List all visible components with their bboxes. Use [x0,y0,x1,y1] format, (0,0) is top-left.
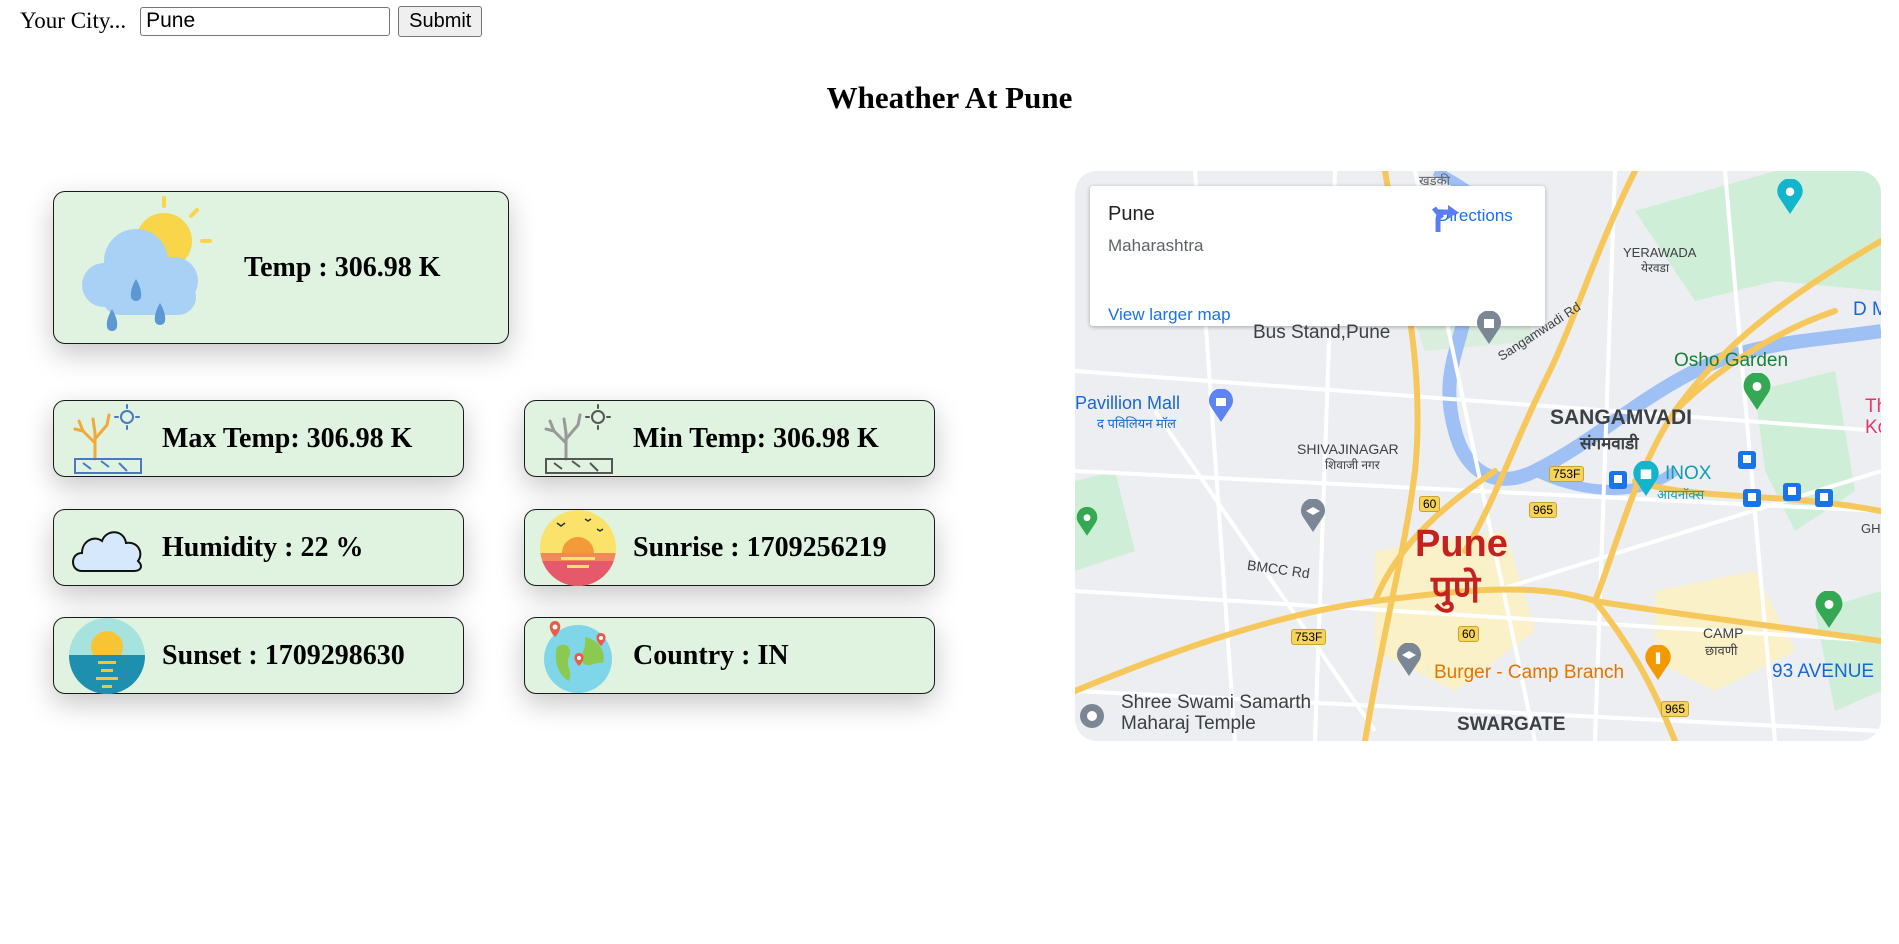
humidity-value: Humidity : 22 % [162,531,364,563]
transit-icon[interactable] [1743,489,1761,507]
road-shield-60: 60 [1458,626,1480,642]
min-temp-card: Min Temp: 306.98 K [524,400,935,477]
school-pin-icon[interactable] [1299,499,1327,533]
map-label-camp-mr: छावणी [1705,643,1738,658]
map-label-d-m: D M [1853,299,1881,320]
road-shield-965: 965 [1661,701,1690,717]
country-value: Country : IN [633,639,789,671]
transit-icon[interactable] [1738,451,1756,469]
map-label-osho-garden: Osho Garden [1674,350,1789,371]
globe-pin-icon [539,617,617,695]
humidity-card: Humidity : 22 % [53,509,464,586]
temple-pin-icon[interactable] [1079,703,1105,729]
transit-icon[interactable] [1609,471,1627,489]
map-place-region: Maharashtra [1108,236,1204,255]
road-shield-60: 60 [1419,496,1441,512]
max-temp-card: Max Temp: 306.98 K [53,400,464,477]
road-shield-753f: 753F [1549,466,1585,482]
map-label-pavillion-mall: Pavillion Mall [1075,393,1181,413]
temp-value: Temp : 306.98 K [244,251,441,283]
map-city-label: Pune [1415,523,1508,565]
sunrise-card: Sunrise : 1709256219 [524,509,935,586]
school-pin-icon[interactable] [1395,643,1423,677]
city-search-form: Your City... Submit [20,4,483,38]
transit-icon[interactable] [1815,489,1833,507]
map-label-gh: GH [1861,521,1881,536]
map-label-burger-camp: Burger - Camp Branch [1434,662,1625,683]
cinema-pin-icon[interactable] [1631,461,1661,497]
submit-button[interactable]: Submit [398,5,483,37]
city-input[interactable] [140,6,391,36]
view-larger-map-link[interactable]: View larger map [1108,305,1231,325]
map-label-bus-stand: Bus Stand,Pune [1253,322,1391,343]
transit-icon[interactable] [1783,483,1801,501]
map-label-yerawada-mr: येरवडा [1641,261,1670,275]
min-temp-value: Min Temp: 306.98 K [633,422,879,454]
map-place-card: Pune Maharashtra Directions View larger … [1090,186,1545,326]
map-label-sangamvadi-mr: संगमवाडी [1580,434,1639,453]
dry-tree-icon [539,400,617,478]
park-pin-icon[interactable] [1075,505,1099,539]
sunset-value: Sunset : 1709298630 [162,639,405,671]
sunset-card: Sunset : 1709298630 [53,617,464,694]
map-label-th: Th [1865,396,1881,417]
city-label: Your City... [20,8,127,33]
sunrise-value: Sunrise : 1709256219 [633,531,887,563]
max-temp-value: Max Temp: 306.98 K [162,422,413,454]
map-label-shree-swami-2: Maharaj Temple [1121,713,1256,734]
road-shield-965: 965 [1529,502,1558,518]
map-label-shree-swami-1: Shree Swami Samarth [1121,692,1312,713]
page-title: Wheather At Pune [826,80,1073,115]
map-label-swargate: SWARGATE [1457,714,1566,735]
directions-icon [1432,205,1458,232]
country-card: Country : IN [524,617,935,694]
map-place-name: Pune [1108,203,1155,225]
park-pin-icon[interactable] [1813,591,1845,629]
sunrise-icon [539,509,617,587]
cloud-icon [68,509,146,587]
map-city-label-mr: पुणे [1431,569,1481,611]
road-shield-753f: 753F [1291,629,1327,645]
embedded-map[interactable]: Pune Maharashtra Directions View larger … [1075,171,1881,741]
map-label-shivajinagar: SHIVAJINAGAR [1297,441,1399,457]
attraction-pin-icon[interactable] [1775,179,1805,215]
map-label-93-avenue: 93 AVENUE [1772,661,1875,682]
map-label-yerawada: YERAWADA [1623,245,1697,260]
sunset-icon [68,617,146,695]
bus-stand-pin-icon[interactable] [1475,311,1503,345]
map-label-inox: INOX [1665,463,1712,484]
map-label-sangamvadi: SANGAMVADI [1550,406,1692,429]
map-label-khadki: खडकी [1419,173,1450,188]
shopping-pin-icon[interactable] [1207,389,1235,423]
rain-cloud-sun-icon [64,193,214,343]
map-label-ko: Ko [1865,417,1881,438]
park-pin-icon[interactable] [1741,373,1773,411]
directions-button[interactable]: Directions [1430,204,1520,232]
hot-dry-tree-icon [68,400,146,478]
temp-card: Temp : 306.98 K [53,191,509,344]
map-label-camp: CAMP [1703,625,1744,641]
map-label-inox-mr: आयनॉक्स [1657,487,1705,502]
restaurant-pin-icon[interactable] [1643,645,1673,681]
map-label-pavillion-mall-mr: द पविलियन मॉल [1097,416,1176,431]
map-label-shivajinagar-mr: शिवाजी नगर [1325,458,1380,472]
